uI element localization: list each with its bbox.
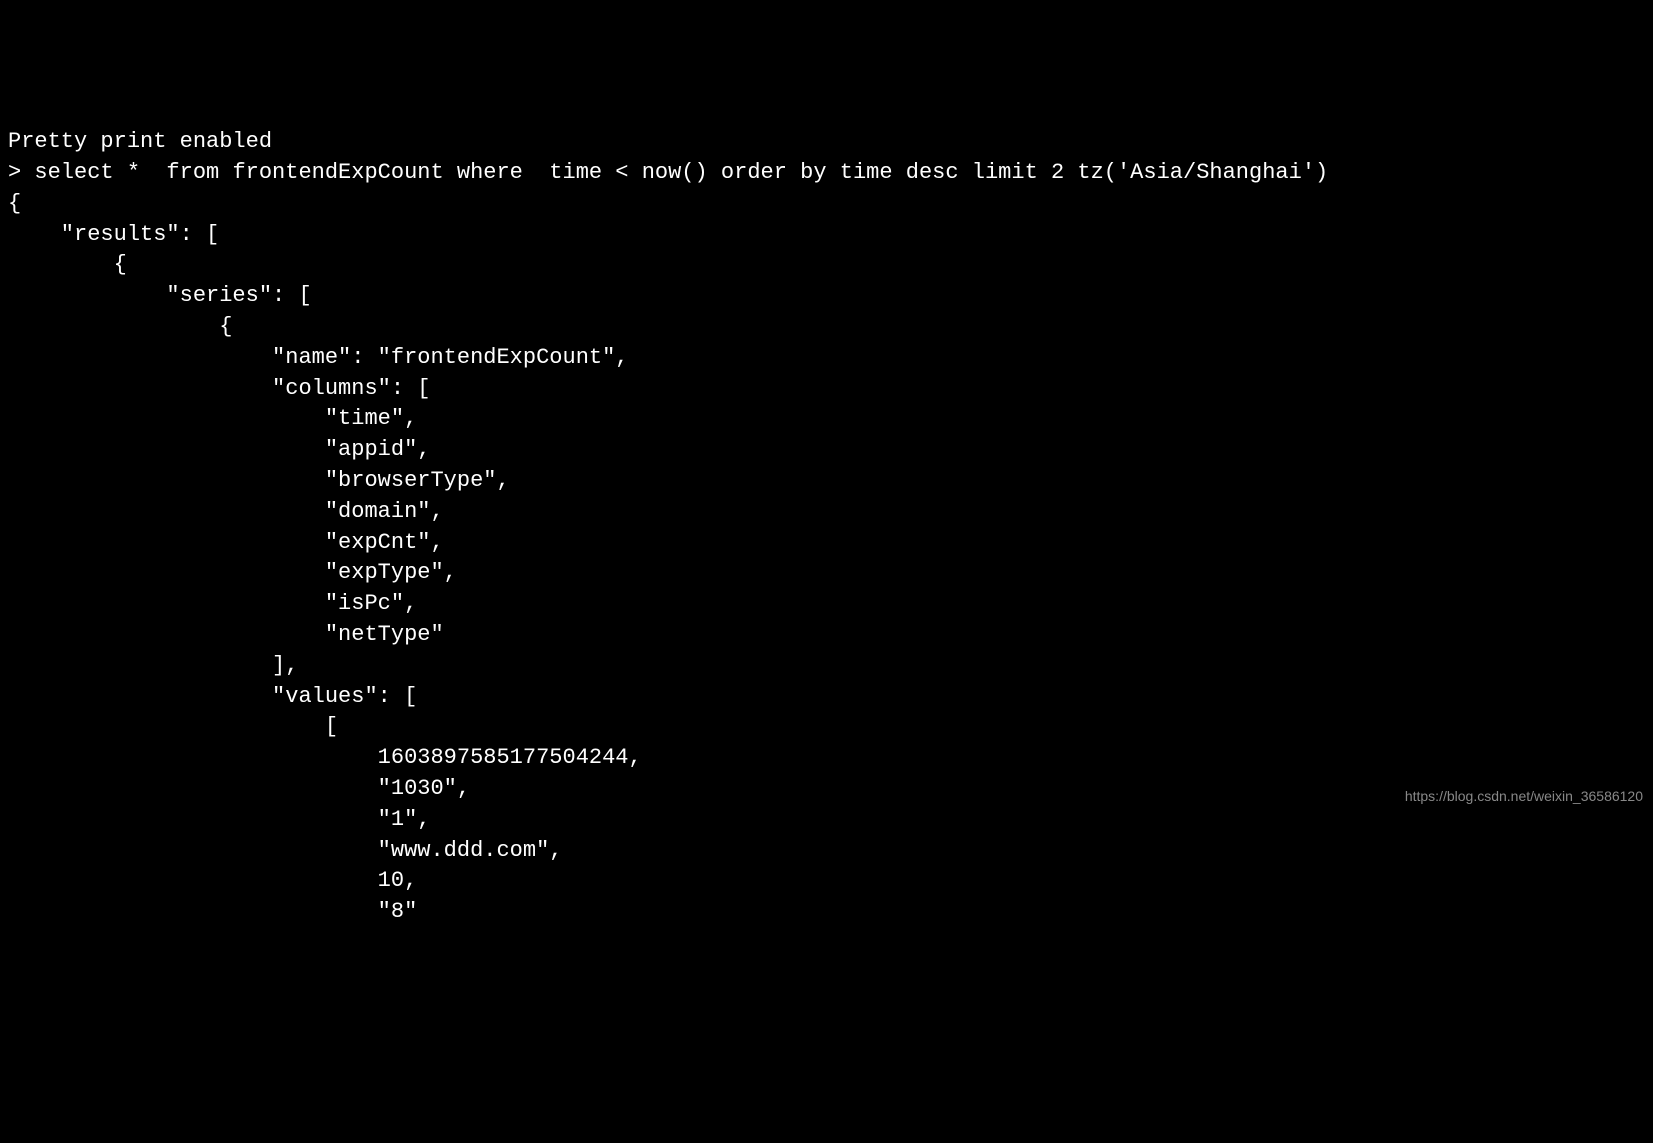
terminal-output: Pretty print enabled > select * from fro… xyxy=(8,127,1645,928)
json-line: "8" xyxy=(8,899,417,924)
json-line: "www.ddd.com", xyxy=(8,838,563,863)
json-line: 10, xyxy=(8,868,417,893)
json-line: "1030", xyxy=(8,776,470,801)
json-line: "columns": [ xyxy=(8,376,430,401)
json-line: "1", xyxy=(8,807,430,832)
json-line: "time", xyxy=(8,406,417,431)
sql-query[interactable]: select * from frontendExpCount where tim… xyxy=(34,160,1328,185)
json-line: [ xyxy=(8,714,338,739)
json-line: "netType" xyxy=(8,622,444,647)
json-line: { xyxy=(8,252,127,277)
prompt-char: > xyxy=(8,160,34,185)
json-line: "name": "frontendExpCount", xyxy=(8,345,629,370)
json-line: "appid", xyxy=(8,437,430,462)
json-line: "expCnt", xyxy=(8,530,444,555)
json-line: { xyxy=(8,314,232,339)
json-line: "isPc", xyxy=(8,591,417,616)
json-line: "values": [ xyxy=(8,684,417,709)
json-line: { xyxy=(8,191,21,216)
pretty-print-status: Pretty print enabled xyxy=(8,129,272,154)
json-line: "series": [ xyxy=(8,283,312,308)
json-line: "browserType", xyxy=(8,468,510,493)
json-line: "results": [ xyxy=(8,222,219,247)
json-line: "domain", xyxy=(8,499,444,524)
json-line: 1603897585177504244, xyxy=(8,745,642,770)
watermark-text: https://blog.csdn.net/weixin_36586120 xyxy=(1405,787,1643,807)
json-line: ], xyxy=(8,653,298,678)
json-line: "expType", xyxy=(8,560,457,585)
